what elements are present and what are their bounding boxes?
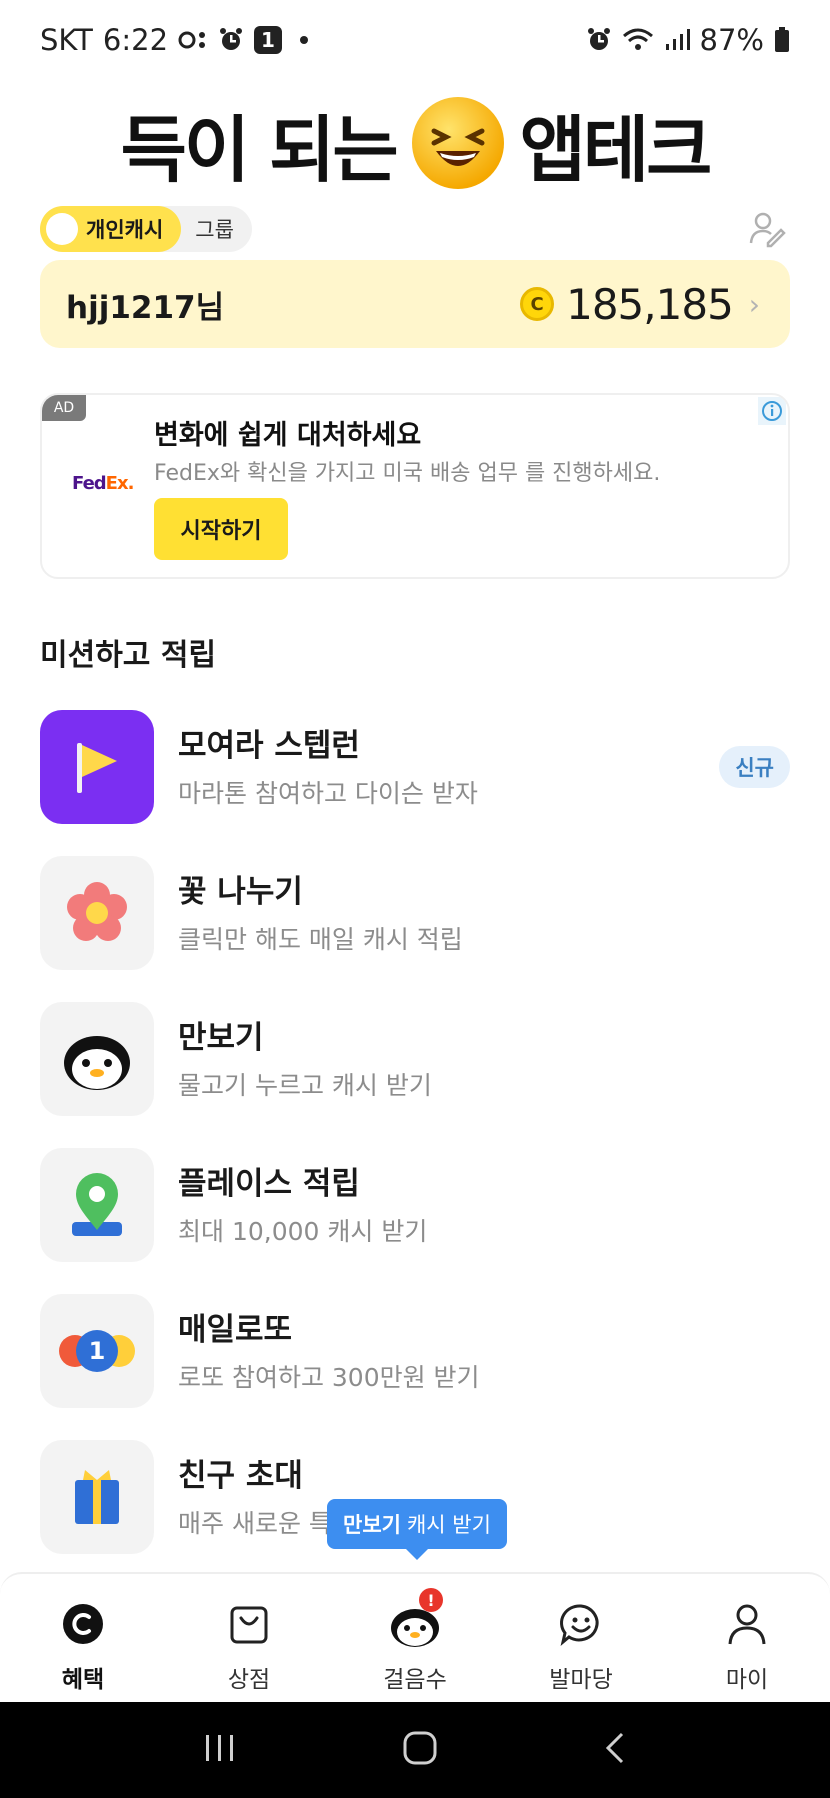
mission-title: 꽃 나누기 <box>178 874 303 910</box>
flag-icon <box>40 710 154 824</box>
tab-personal-cash[interactable]: 개인캐시 <box>40 206 182 252</box>
more-dot-icon <box>300 36 309 44</box>
mission-item-flower[interactable]: 꽃 나누기 클릭만 해도 매일 캐시 적립 <box>40 856 790 970</box>
mission-item-place[interactable]: 플레이스 적립 최대 10,000 캐시 받기 <box>40 1148 790 1262</box>
recent-apps-button[interactable] <box>202 1733 238 1767</box>
nav-shop[interactable]: 상점 <box>166 1574 332 1702</box>
tab-group[interactable]: 그룹 <box>181 214 252 244</box>
recent-apps-icon <box>206 1735 233 1761</box>
cash-type-segmented-control: 개인캐시 그룹 <box>40 206 252 252</box>
nav-my-label: 마이 <box>725 1667 769 1693</box>
penguin-nav-icon: ! <box>389 1588 443 1650</box>
home-icon <box>403 1731 437 1765</box>
cash-coin-nav-icon <box>57 1598 109 1650</box>
mission-title: 친구 초대 <box>178 1458 303 1494</box>
mission-item-pedometer[interactable]: 만보기 물고기 누르고 캐시 받기 <box>40 1002 790 1116</box>
nav-shop-label: 상점 <box>227 1667 271 1693</box>
mission-title: 플레이스 적립 <box>178 1166 360 1202</box>
steps-alert-text: ! <box>427 1590 435 1610</box>
hero-banner: 득이 되는 앱테크 <box>0 88 830 198</box>
person-icon <box>721 1598 773 1650</box>
smile-chat-icon <box>555 1598 607 1650</box>
cash-type-toggle-row: 개인캐시 그룹 <box>40 206 790 252</box>
carrier-label: SKT <box>40 23 93 57</box>
nav-my[interactable]: 마이 <box>664 1574 830 1702</box>
battery-percent: 87% <box>699 23 764 57</box>
tab-group-label: 그룹 <box>195 218 234 242</box>
notification-badge-icon: 1 <box>254 26 283 54</box>
shopping-bag-icon <box>223 1598 275 1650</box>
ad-description: FedEx와 확신을 가지고 미국 배송 업무 를 진행하세요. <box>154 461 661 486</box>
cash-coin-icon: C <box>520 287 555 321</box>
fedex-logo-fed: Fed <box>72 473 107 494</box>
bottom-navigation: 혜택 상점 ! 걸음수 발마당 마이 <box>0 1572 830 1702</box>
nav-steps-label: 걸음수 <box>383 1667 447 1693</box>
flower-icon <box>40 856 154 970</box>
signal-icon <box>664 28 690 52</box>
mission-subtitle: 매주 새로운 특 <box>178 1509 332 1538</box>
tooltip-text: 캐시 받기 <box>406 1513 491 1537</box>
hero-title-left: 득이 되는 <box>120 107 399 192</box>
battery-icon <box>774 27 790 53</box>
clock: 6:22 <box>102 23 169 57</box>
ad-start-button[interactable]: 시작하기 <box>154 498 288 560</box>
mission-title: 만보기 <box>178 1020 264 1056</box>
wifi-icon <box>622 27 654 53</box>
home-button[interactable] <box>402 1730 438 1770</box>
pedometer-tooltip[interactable]: 만보기 캐시 받기 <box>327 1499 507 1549</box>
lotto-balls-icon: 1 <box>40 1294 154 1408</box>
new-badge: 신규 <box>719 746 790 788</box>
notification-count: 1 <box>261 28 275 52</box>
back-icon <box>605 1732 624 1764</box>
system-navigation-bar <box>0 1702 830 1798</box>
missions-section-title: 미션하고 적립 <box>40 638 217 673</box>
nav-steps[interactable]: ! 걸음수 <box>332 1574 498 1702</box>
gift-icon <box>40 1440 154 1554</box>
ad-banner[interactable]: AD FedEx. 변화에 쉽게 대처하세요 FedEx와 확신을 가지고 미국… <box>40 393 790 579</box>
penguin-icon <box>40 1002 154 1116</box>
mission-item-step-run[interactable]: 모여라 스텝런 마라톤 참여하고 다이슨 받자 신규 <box>40 710 790 824</box>
location-pin-icon <box>40 1148 154 1262</box>
toggle-status-icon <box>178 29 208 51</box>
hero-title-right: 앱테크 <box>519 107 713 192</box>
alarm-icon-right <box>586 27 612 53</box>
ad-badge: AD <box>42 395 86 421</box>
user-cash-card[interactable]: hjj1217님 C 185,185 › <box>40 260 790 348</box>
mission-subtitle: 클릭만 해도 매일 캐시 적립 <box>178 925 463 954</box>
mission-title: 모여라 스텝런 <box>178 728 360 764</box>
nav-playground-label: 발마당 <box>549 1667 613 1693</box>
alarm-icon <box>218 27 244 53</box>
laughing-emoji-icon <box>408 93 508 193</box>
ad-title: 변화에 쉽게 대처하세요 <box>154 420 422 451</box>
mission-subtitle: 로또 참여하고 300만원 받기 <box>178 1363 480 1392</box>
chevron-right-icon: › <box>748 287 760 321</box>
mission-subtitle: 물고기 누르고 캐시 받기 <box>178 1071 432 1100</box>
back-button[interactable] <box>602 1730 628 1770</box>
tab-personal-cash-label: 개인캐시 <box>86 218 164 242</box>
coin-symbol: C <box>530 293 544 315</box>
nav-benefits-label: 혜택 <box>61 1667 105 1693</box>
status-bar: SKT 6:22 1 87% <box>0 0 830 80</box>
toggle-knob <box>46 213 78 245</box>
edit-profile-icon <box>749 212 786 248</box>
ad-info-icon[interactable] <box>758 397 786 425</box>
mission-subtitle: 마라톤 참여하고 다이슨 받자 <box>178 779 478 808</box>
steps-alert-badge: ! <box>419 1588 443 1612</box>
mission-item-lotto[interactable]: 1 매일로또 로또 참여하고 300만원 받기 <box>40 1294 790 1408</box>
nav-playground[interactable]: 발마당 <box>498 1574 664 1702</box>
lotto-number: 1 <box>88 1337 106 1365</box>
fedex-logo: FedEx. <box>72 473 135 494</box>
user-name: hjj1217님 <box>66 289 225 326</box>
cash-balance: C 185,185 › <box>520 280 760 329</box>
tooltip-tail <box>405 1548 429 1560</box>
tooltip-bold-text: 만보기 <box>343 1513 401 1537</box>
cash-amount: 185,185 <box>566 279 734 329</box>
mission-subtitle: 최대 10,000 캐시 받기 <box>178 1217 428 1246</box>
edit-profile-button[interactable] <box>744 206 790 252</box>
fedex-logo-ex: Ex. <box>105 473 135 494</box>
mission-title: 매일로또 <box>178 1312 293 1348</box>
nav-benefits[interactable]: 혜택 <box>0 1574 166 1702</box>
